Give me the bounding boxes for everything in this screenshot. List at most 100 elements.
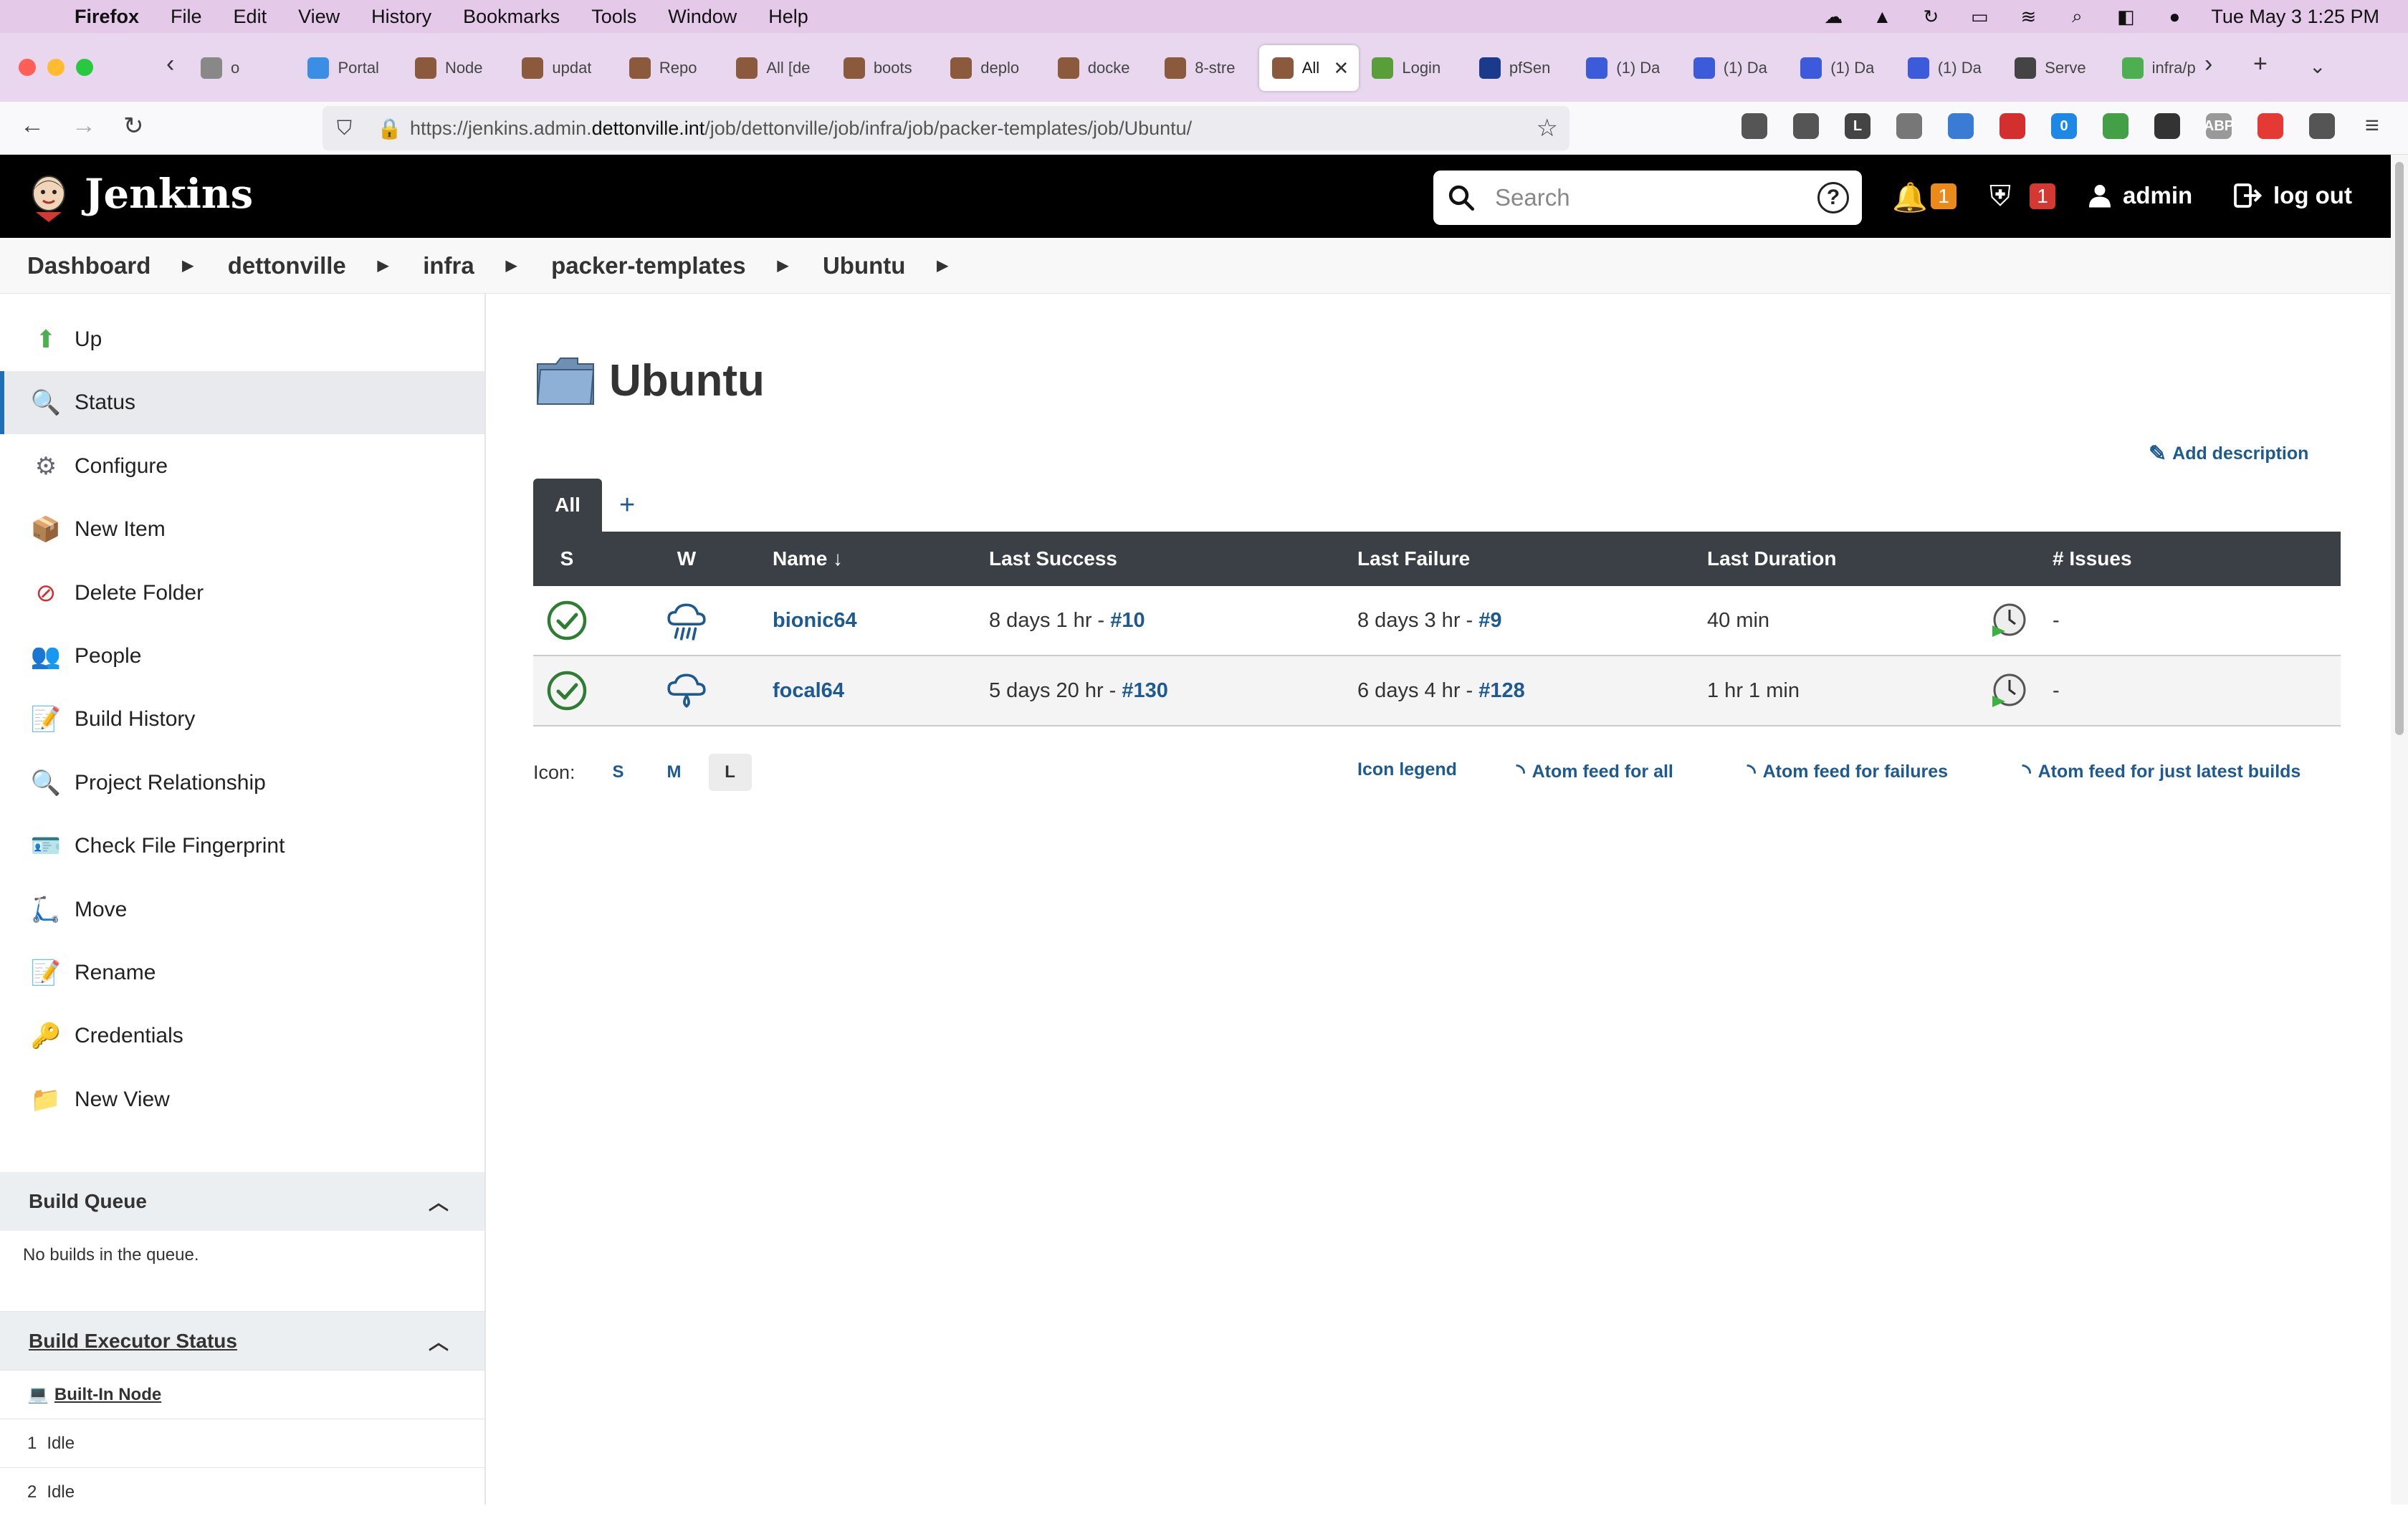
add-view-button[interactable]: + [619,490,635,521]
sync-icon[interactable]: ↻ [1919,6,1943,27]
tab-label[interactable]: Login [1402,59,1440,77]
close-window-button[interactable] [19,59,36,76]
breadcrumb-chevron-icon[interactable]: ▶ [778,256,788,274]
spotlight-search-icon[interactable]: ⌕ [2065,5,2089,27]
sidebar-item-credentials[interactable]: 🔑 Credentials [0,1004,484,1068]
sidebar-item-rename[interactable]: 📝 Rename [0,941,484,1004]
browser-tab[interactable]: 8-stre [1152,45,1258,91]
sidebar-item-project-relationship[interactable]: 🔍 Project Relationship [0,752,484,815]
atom-feed-all-label[interactable]: Atom feed for all [1532,762,1673,782]
build-queue-header[interactable]: Build Queue ︿ [0,1172,484,1231]
last-success-build-link[interactable]: #130 [1122,679,1168,702]
browser-tab[interactable]: (1) Da [1787,45,1894,91]
tab-label[interactable]: (1) Da [1830,59,1874,77]
schedule-build-clock-icon[interactable] [1989,601,2028,640]
weather-drizzle-icon[interactable] [664,669,710,712]
browser-tab[interactable]: infra/p [2109,45,2216,91]
list-all-tabs-icon[interactable]: ⌄ [2309,54,2326,78]
browser-tab[interactable]: (1) Da [1895,45,2002,91]
browser-extension-icon[interactable] [2103,113,2128,139]
browser-tab[interactable]: (1) Da [1681,45,1787,91]
app-menu-icon[interactable]: ≡ [2365,112,2379,140]
browser-tab[interactable]: updat [509,45,616,91]
sidebar-item-label[interactable]: Move [75,898,127,922]
tab-label[interactable]: Serve [2045,59,2086,77]
security-shield-icon[interactable]: ⛨ [1989,181,2011,213]
breadcrumb-item[interactable]: dettonville [228,252,346,279]
tab-label[interactable]: o [231,59,239,77]
browser-extension-icon[interactable]: L [1845,113,1870,139]
icon-legend-label[interactable]: Icon legend [1357,759,1457,780]
sidebar-item-people[interactable]: 👥 People [0,625,484,688]
last-success-build-link[interactable]: #10 [1110,609,1145,632]
security-badge[interactable]: 1 [2030,183,2055,209]
search-box[interactable]: Search ? [1433,171,1862,225]
icon-legend-link[interactable]: Icon legend [1357,759,1457,780]
browser-tab[interactable]: o [188,45,295,91]
browser-tab[interactable]: Portal [295,45,401,91]
column-name[interactable]: Name ↓ [773,547,989,570]
browser-extension-icon[interactable] [2154,113,2180,139]
new-tab-button[interactable]: + [2253,50,2268,78]
browser-tab[interactable]: Repo [616,45,723,91]
lock-icon[interactable]: 🔒 [377,117,402,140]
atom-feed-all-link[interactable]: ◝ Atom feed for all [1516,759,1673,785]
built-in-node-link[interactable]: Built-In Node [54,1385,161,1405]
sidebar-item-label[interactable]: Status [75,390,135,415]
sidebar-item-label[interactable]: Rename [75,961,156,985]
tab-label[interactable]: All [1302,59,1319,77]
build-queue-title[interactable]: Build Queue [29,1190,147,1213]
logout-label[interactable]: log out [2273,182,2352,209]
browser-tab[interactable]: pfSen [1466,45,1573,91]
column-last-success[interactable]: Last Success [989,547,1357,570]
executor-status-header[interactable]: Build Executor Status ︿ [0,1311,484,1370]
forward-button[interactable]: → [72,112,96,140]
menu-tools[interactable]: Tools [591,6,636,28]
browser-tab-active[interactable]: All ✕ [1258,45,1360,91]
menu-help[interactable]: Help [768,6,808,28]
success-check-icon[interactable] [546,670,588,711]
menu-file[interactable]: File [171,6,202,28]
sidebar-item-label[interactable]: Project Relationship [75,771,266,795]
browser-tab[interactable]: Login [1359,45,1466,91]
column-last-failure[interactable]: Last Failure [1357,547,1707,570]
breadcrumb-item[interactable]: Ubuntu [823,252,905,279]
notifications-badge[interactable]: 1 [1931,183,1956,209]
breadcrumb-item[interactable]: Dashboard [27,252,150,279]
menu-bookmarks[interactable]: Bookmarks [463,6,560,28]
wifi-icon[interactable]: ≋ [2016,6,2040,27]
browser-tab[interactable]: (1) Da [1573,45,1680,91]
browser-extension-icon[interactable]: ABP [2204,113,2234,139]
sidebar-item-status[interactable]: 🔍 Status [0,371,484,435]
breadcrumb-chevron-icon[interactable]: ▶ [182,256,193,274]
browser-extension-icon[interactable] [2258,113,2283,139]
browser-extension-icon[interactable] [2000,113,2025,139]
logout-link[interactable]: log out [2233,182,2352,209]
back-button[interactable]: ← [20,112,44,140]
column-last-duration[interactable]: Last Duration [1707,547,1965,570]
atom-feed-failures-link[interactable]: ◝ Atom feed for failures [1747,759,1948,785]
close-tab-icon[interactable]: ✕ [1334,57,1349,80]
bookmark-star-icon[interactable]: ☆ [1537,114,1558,143]
collapse-chevron-icon[interactable]: ︿ [429,1327,449,1356]
tab-scroll-left-icon[interactable]: ‹ [166,50,174,78]
sidebar-item-label[interactable]: Configure [75,454,168,479]
scrollbar-thumb[interactable] [2395,162,2404,735]
notifications-bell-icon[interactable]: 🔔 [1892,181,1928,214]
cloud-icon[interactable]: ☁ [1821,6,1845,27]
jenkins-butler-logo-icon[interactable] [26,172,72,222]
breadcrumb-item[interactable]: infra [423,252,474,279]
column-status[interactable]: S [533,547,601,570]
sidebar-item-label[interactable]: Up [75,327,102,352]
browser-tab[interactable]: Node [402,45,509,91]
sidebar-item-label[interactable]: Delete Folder [75,581,204,605]
job-name-link[interactable]: focal64 [773,679,844,702]
breadcrumb-chevron-icon[interactable]: ▶ [506,256,517,274]
icon-size-l[interactable]: L [708,754,752,791]
sidebar-item-label[interactable]: Build History [75,707,195,731]
last-failure-build-link[interactable]: #128 [1478,679,1525,702]
sidebar-item-label[interactable]: New Item [75,517,166,542]
breadcrumb-chevron-icon[interactable]: ▶ [937,256,947,274]
sidebar-item-up[interactable]: ⬆ Up [0,308,484,371]
built-in-node-row[interactable]: 💻 Built-In Node [0,1370,484,1419]
